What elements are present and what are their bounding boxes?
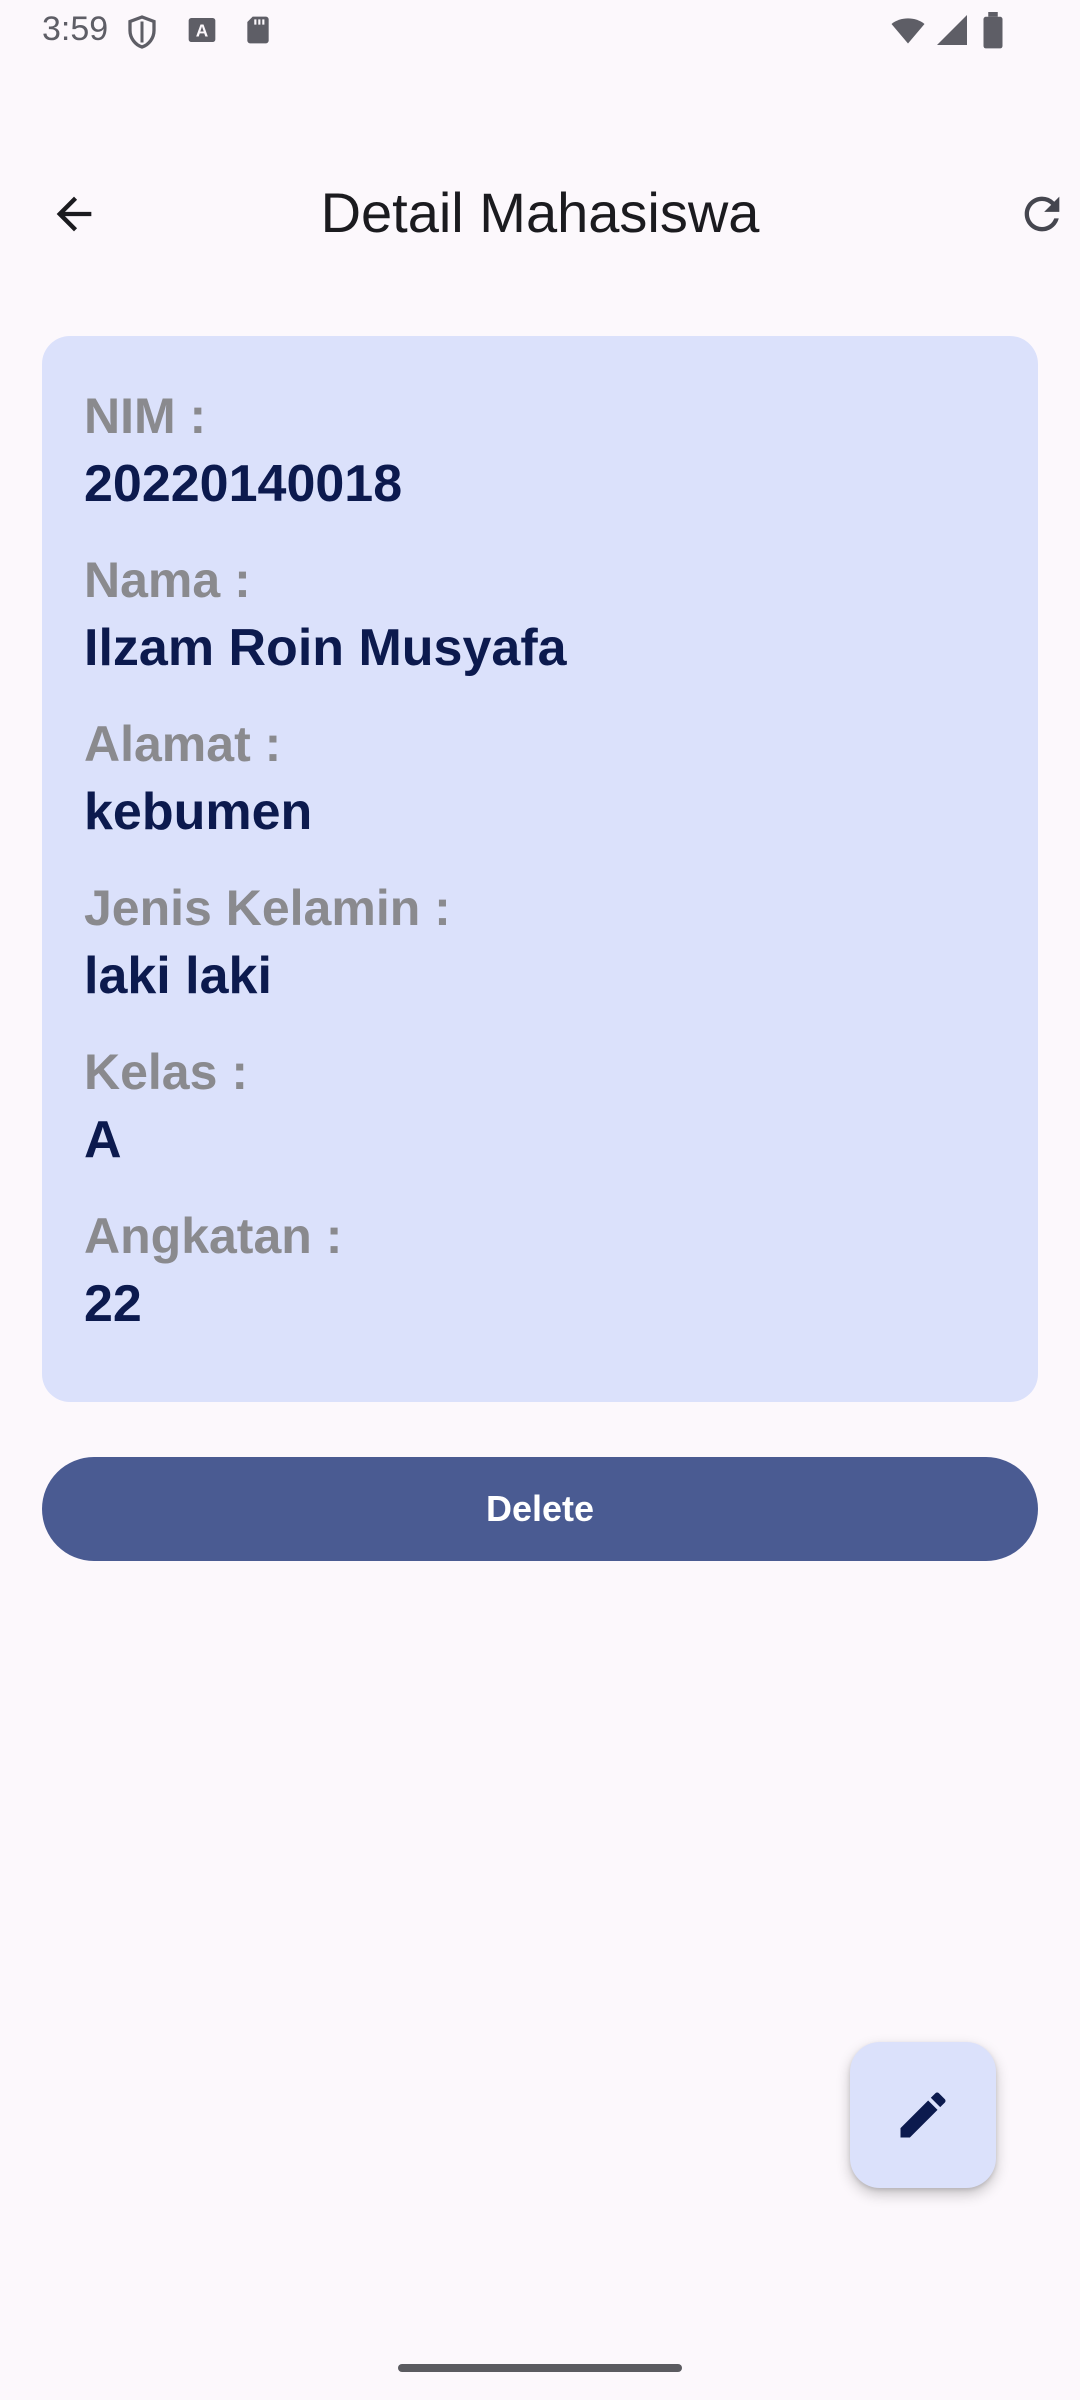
- top-app-bar: Detail Mahasiswa: [0, 150, 1080, 270]
- sd-card-icon: [242, 12, 274, 53]
- refresh-icon: [1024, 196, 1060, 232]
- field-value: laki laki: [84, 947, 272, 1005]
- edit-fab[interactable]: [850, 2042, 996, 2188]
- field-label: Alamat :: [84, 716, 282, 772]
- refresh-button[interactable]: [1004, 176, 1080, 252]
- field-value: A: [84, 1111, 122, 1169]
- field-label: Jenis Kelamin :: [84, 880, 451, 936]
- field-value: 20220140018: [84, 455, 403, 513]
- wifi-icon: [888, 12, 928, 53]
- field-value: 22: [84, 1275, 142, 1333]
- status-bar: 3:59 A: [0, 0, 1080, 64]
- delete-button[interactable]: Delete: [42, 1457, 1038, 1561]
- field-value: kebumen: [84, 783, 313, 841]
- field-label: Kelas :: [84, 1044, 248, 1100]
- status-time: 3:59: [42, 10, 109, 48]
- edit-icon: [900, 2092, 946, 2138]
- field-nim: NIM : 20220140018: [84, 384, 996, 520]
- field-nama: Nama : Ilzam Roin Musyafa: [84, 548, 996, 684]
- field-label: Angkatan :: [84, 1208, 343, 1264]
- field-jenis-kelamin: Jenis Kelamin : laki laki: [84, 876, 996, 1012]
- shield-icon: [124, 12, 160, 57]
- page-title: Detail Mahasiswa: [320, 181, 760, 244]
- keyboard-a-icon: A: [186, 12, 218, 53]
- home-indicator[interactable]: [398, 2364, 682, 2372]
- field-label: NIM :: [84, 388, 207, 444]
- svg-text:A: A: [196, 21, 209, 41]
- field-angkatan: Angkatan : 22: [84, 1204, 996, 1340]
- field-kelas: Kelas : A: [84, 1040, 996, 1176]
- field-label: Nama :: [84, 552, 251, 608]
- detail-card: NIM : 20220140018 Nama : Ilzam Roin Musy…: [42, 336, 1038, 1402]
- field-value: Ilzam Roin Musyafa: [84, 619, 567, 677]
- battery-icon: [980, 12, 1006, 55]
- signal-icon: [934, 12, 970, 53]
- field-alamat: Alamat : kebumen: [84, 712, 996, 848]
